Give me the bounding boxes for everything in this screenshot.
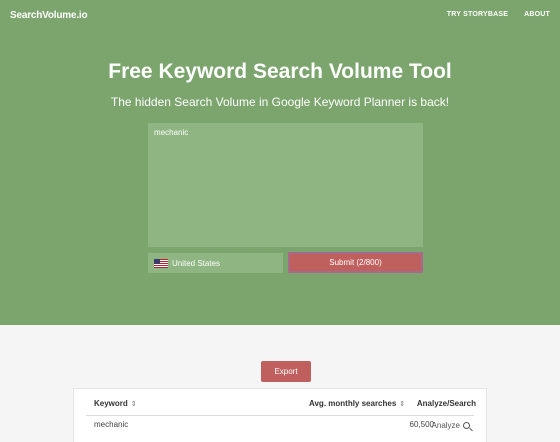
nav-try-storybase-link[interactable]: TRY STORYBASE	[447, 11, 508, 18]
country-select[interactable]: United States	[148, 253, 283, 273]
header-divider	[86, 415, 474, 416]
brand-logo[interactable]: SearchVolume.io	[10, 10, 88, 21]
keywords-textarea[interactable]	[148, 123, 423, 247]
submit-button[interactable]: Submit (2/800)	[288, 252, 423, 273]
title-part-2: Tool	[403, 60, 452, 83]
top-nav: TRY STORYBASE ABOUT	[447, 11, 550, 18]
nav-about-link[interactable]: ABOUT	[524, 11, 550, 18]
column-header-keyword[interactable]: Keyword ⇕	[94, 399, 137, 408]
analyze-label: Analyze	[431, 421, 460, 430]
country-label: United States	[172, 258, 221, 268]
column-header-analyze: Analyze/Search	[416, 399, 476, 408]
column-header-avg-searches-label: Avg. monthly searches	[309, 399, 397, 408]
sort-icon: ⇕	[399, 400, 406, 408]
title-bold: Search Volume	[252, 60, 404, 83]
results-table: Keyword ⇕ Avg. monthly searches ⇕ Analyz…	[73, 388, 487, 442]
title-part-1: Free Keyword	[108, 60, 253, 83]
page-title: Free Keyword Search Volume Tool	[0, 60, 560, 84]
search-icon	[463, 422, 470, 429]
export-button[interactable]: Export	[261, 361, 311, 382]
column-header-keyword-label: Keyword	[94, 399, 128, 408]
page-subtitle: The hidden Search Volume in Google Keywo…	[110, 95, 450, 109]
hero-section: SearchVolume.io TRY STORYBASE ABOUT Free…	[0, 0, 560, 325]
us-flag-icon	[154, 258, 168, 268]
column-header-avg-searches[interactable]: Avg. monthly searches ⇕	[309, 399, 405, 408]
sort-icon: ⇕	[130, 400, 137, 408]
cell-searches: 60,500	[409, 420, 434, 429]
analyze-link[interactable]: Analyze	[432, 421, 470, 430]
cell-keyword: mechanic	[94, 420, 129, 429]
